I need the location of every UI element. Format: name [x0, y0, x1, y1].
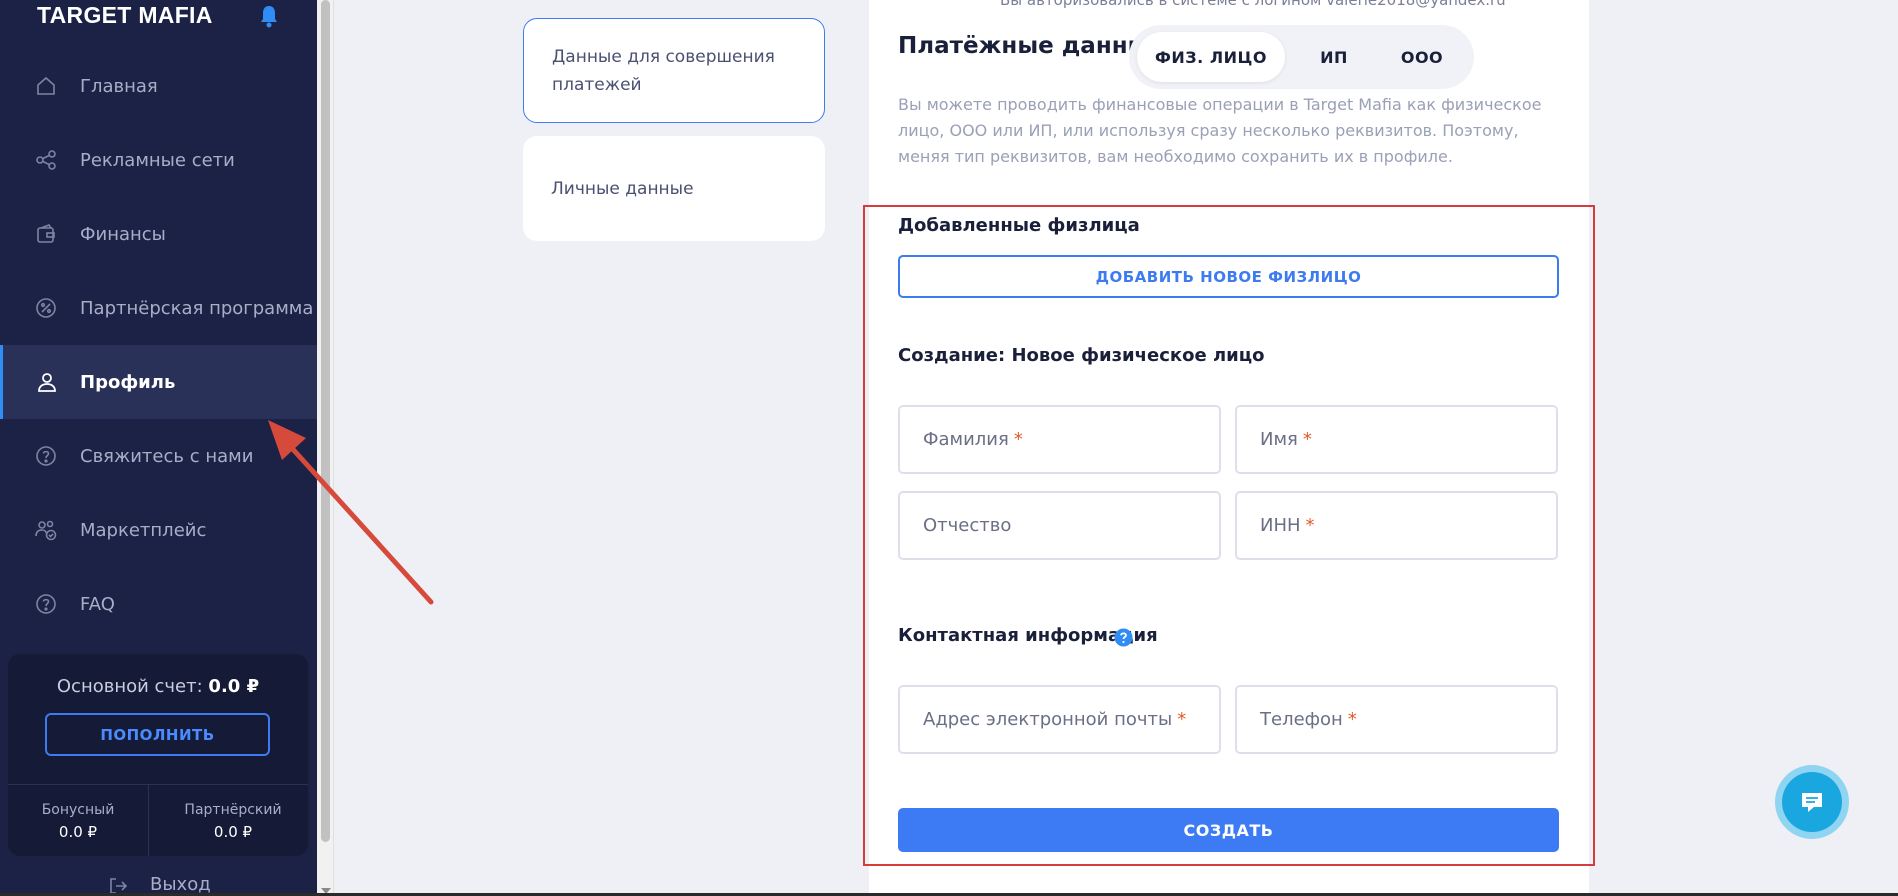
field-placeholder: Фамилия	[923, 429, 1009, 450]
first-name-field[interactable]: Имя *	[1235, 405, 1558, 474]
sidebar-scrollbar[interactable]	[317, 0, 334, 896]
sidebar-item-marketplace[interactable]: Маркетплейс	[0, 493, 317, 567]
sidebar-item-label: Главная	[80, 75, 158, 97]
sidebar-item-label: Финансы	[80, 223, 166, 245]
required-mark: *	[1177, 709, 1187, 730]
payment-description: Вы можете проводить финансовые операции …	[898, 95, 1542, 166]
home-icon	[37, 76, 55, 95]
sidebar: TARGET MAFIA Главная Рекламные сети Фина…	[0, 0, 317, 896]
bonus-balance-value: 0.0 ₽	[58, 823, 98, 841]
field-placeholder: ИНН	[1260, 515, 1301, 536]
chat-icon	[1802, 793, 1822, 812]
required-mark: *	[1305, 515, 1315, 536]
create-form-heading: Создание: Новое физическое лицо	[898, 345, 1265, 366]
phone-field[interactable]: Телефон *	[1235, 685, 1558, 754]
brand-logo[interactable]: TARGET MAFIA	[37, 2, 213, 29]
sidebar-item-finance[interactable]: Финансы	[0, 197, 317, 271]
field-placeholder: Отчество	[923, 515, 1012, 536]
main-balance-label: Основной счет:	[56, 676, 203, 697]
field-placeholder: Имя	[1260, 429, 1298, 450]
middle-name-field[interactable]: Отчество	[898, 491, 1221, 560]
added-persons-heading: Добавленные физлица	[898, 215, 1140, 236]
field-placeholder: Телефон	[1260, 709, 1343, 730]
add-new-person-button[interactable]: ДОБАВИТЬ НОВОЕ ФИЗЛИЦО	[898, 255, 1559, 298]
logout-link[interactable]: Выход	[150, 874, 211, 895]
login-info-text: Вы авторизовались в системе с логином va…	[1000, 0, 1506, 9]
sidebar-item-label: FAQ	[80, 593, 115, 615]
inn-field[interactable]: ИНН *	[1235, 491, 1558, 560]
email-field[interactable]: Адрес электронной почты *	[898, 685, 1221, 754]
sidebar-item-label: Партнёрская программа	[80, 297, 314, 319]
topup-button[interactable]: ПОПОЛНИТЬ	[45, 713, 270, 756]
divider	[148, 784, 149, 856]
sidebar-item-faq[interactable]: FAQ	[0, 567, 317, 641]
tab-payment-data[interactable]: Данные для совершения платежей	[523, 18, 825, 123]
sidebar-item-contact-us[interactable]: Свяжитесь с нами	[0, 419, 317, 493]
page-title: Платёжные данные	[898, 33, 1165, 59]
users-check-icon	[35, 520, 57, 541]
percent-icon	[36, 298, 56, 318]
segment-ooo[interactable]: ООО	[1381, 32, 1463, 82]
entity-type-switch: ФИЗ. ЛИЦО ИП ООО	[1129, 25, 1474, 89]
segment-ip[interactable]: ИП	[1299, 32, 1369, 82]
required-mark: *	[1347, 709, 1357, 730]
create-button[interactable]: СОЗДАТЬ	[898, 808, 1559, 852]
divider	[8, 784, 308, 785]
chat-button[interactable]	[1775, 765, 1849, 839]
sidebar-item-label: Свяжитесь с нами	[80, 445, 254, 467]
help-circle-icon	[36, 446, 56, 466]
bonus-balance-label: Бонусный	[41, 802, 115, 818]
required-mark: *	[1302, 429, 1312, 450]
tab-personal-data[interactable]: Личные данные	[523, 136, 825, 241]
sidebar-item-home[interactable]: Главная	[0, 49, 317, 123]
main-balance-value: 0.0 ₽	[208, 676, 260, 697]
segment-individual[interactable]: ФИЗ. ЛИЦО	[1137, 32, 1285, 82]
sidebar-item-profile[interactable]: Профиль	[0, 345, 317, 419]
help-circle-icon	[36, 594, 56, 614]
sidebar-item-partner-program[interactable]: Партнёрская программа	[0, 271, 317, 345]
account-balance-card: Основной счет: 0.0 ₽ ПОПОЛНИТЬ Бонусный …	[8, 654, 308, 856]
share-icon	[36, 150, 56, 170]
sidebar-item-ad-networks[interactable]: Рекламные сети	[0, 123, 317, 197]
sidebar-item-label: Рекламные сети	[80, 149, 235, 171]
required-mark: *	[1013, 429, 1023, 450]
sidebar-nav: Главная Рекламные сети Финансы Партнёрск…	[0, 49, 317, 641]
field-placeholder: Адрес электронной почты	[923, 709, 1173, 730]
last-name-field[interactable]: Фамилия *	[898, 405, 1221, 474]
partner-balance-value: 0.0 ₽	[213, 823, 253, 841]
sidebar-item-label: Профиль	[80, 371, 176, 393]
wallet-icon	[37, 224, 55, 243]
partner-balance: Партнёрский 0.0 ₽	[163, 799, 303, 843]
chat-button-inner	[1782, 772, 1842, 832]
user-icon	[38, 373, 56, 392]
scrollbar-thumb[interactable]	[321, 0, 330, 842]
bell-icon[interactable]	[258, 4, 280, 28]
main-balance: Основной счет: 0.0 ₽	[8, 676, 308, 697]
sidebar-item-label: Маркетплейс	[80, 519, 207, 541]
help-circle-icon[interactable]	[1114, 628, 1133, 647]
bonus-balance: Бонусный 0.0 ₽	[8, 799, 148, 843]
partner-balance-label: Партнёрский	[184, 802, 282, 818]
